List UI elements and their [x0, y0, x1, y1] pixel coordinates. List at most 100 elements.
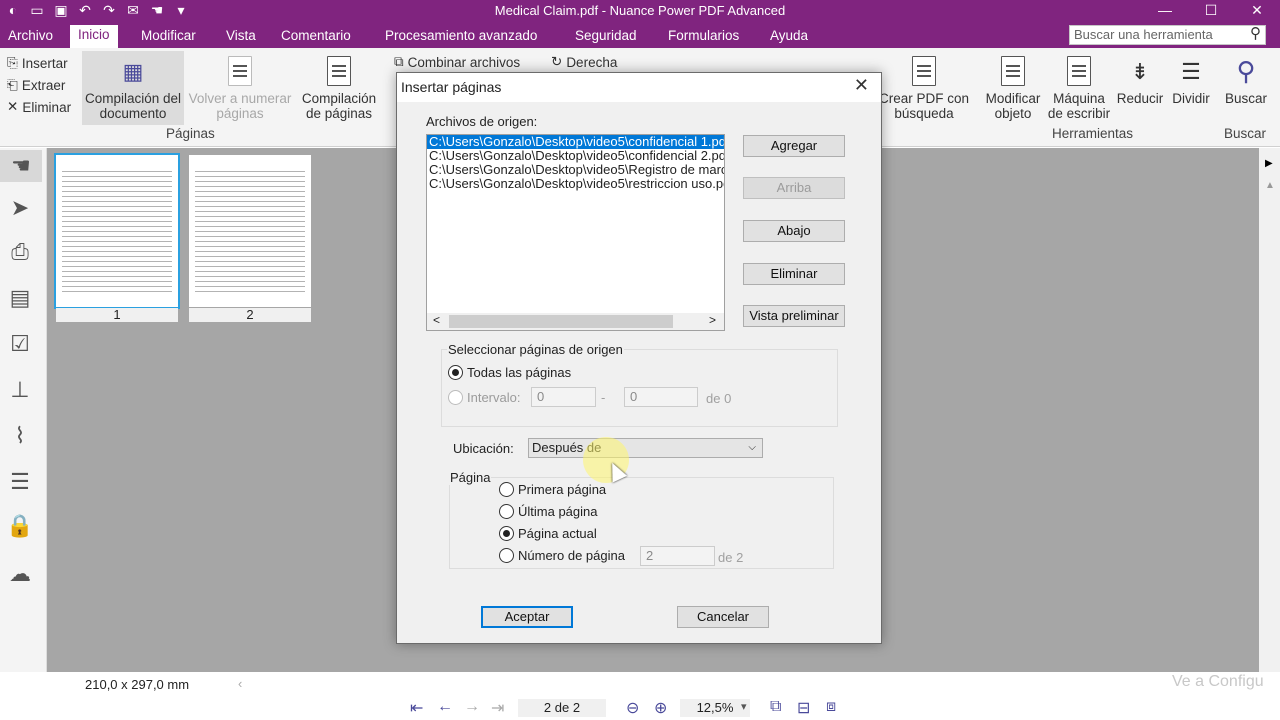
derecha-label: Derecha	[566, 54, 618, 70]
modificar-objeto-label: Modificar objeto	[985, 91, 1041, 121]
todas-paginas-radio[interactable]: Todas las páginas	[448, 365, 571, 380]
lock-icon[interactable]: 🔒	[4, 510, 36, 542]
intervalo-radio[interactable]: Intervalo:	[448, 390, 520, 405]
bookmark-icon[interactable]: ⎙	[4, 236, 36, 268]
numero-pagina-input[interactable]: 2	[640, 546, 715, 566]
modificar-objeto-button[interactable]: Modificar objeto	[980, 51, 1046, 125]
vista-preliminar-button[interactable]: Vista preliminar	[743, 305, 845, 327]
checklist-icon[interactable]: ☑	[4, 328, 36, 360]
zoom-level-input[interactable]: 12,5%	[680, 699, 750, 717]
select-arrow-icon[interactable]: ➤	[4, 192, 36, 224]
pagina-group-label: Página	[449, 470, 492, 485]
eliminar-file-button[interactable]: Eliminar	[743, 263, 845, 285]
rotate-right-icon: ↻	[551, 54, 563, 69]
compilacion-documento-button[interactable]: ▦ Compilación del documento	[82, 51, 184, 125]
scroll-up-icon[interactable]: ▲	[1265, 180, 1275, 191]
tab-seguridad[interactable]: Seguridad	[567, 26, 645, 48]
volver-numerar-label: Volver a numerar páginas	[188, 91, 292, 121]
cancelar-button[interactable]: Cancelar	[677, 606, 769, 628]
radio-indicator	[448, 390, 463, 405]
zoom-out-icon[interactable]: ⊖	[626, 698, 639, 718]
thumbnail-label: 2	[189, 308, 311, 322]
tool-search-input[interactable]: Buscar una herramienta ⚲	[1069, 25, 1266, 45]
page-icon[interactable]: ▤	[4, 282, 36, 314]
list-item[interactable]: C:\Users\Gonzalo\Desktop\video5\confiden…	[427, 135, 724, 149]
source-files-list[interactable]: C:\Users\Gonzalo\Desktop\video5\confiden…	[426, 134, 725, 331]
typewriter-icon	[1046, 51, 1112, 91]
extraer-label: Extraer	[21, 77, 66, 93]
vertical-scrollbar[interactable]: ▶ ▲	[1259, 148, 1280, 674]
tab-procesamiento[interactable]: Procesamiento avanzado	[377, 26, 545, 48]
cloud-icon[interactable]: ☁	[4, 558, 36, 590]
fit-width-icon[interactable]: ⊟	[797, 698, 810, 718]
first-page-icon[interactable]: ⇤	[410, 698, 423, 718]
crear-pdf-busqueda-button[interactable]: Crear PDF con búsqueda	[878, 51, 970, 125]
intervalo-separator: -	[601, 390, 606, 405]
insertar-button[interactable]: ⎘ Insertar	[7, 55, 68, 71]
maximize-icon[interactable]: ☐	[1188, 0, 1234, 22]
ubicacion-select[interactable]: Después de ⌵	[528, 438, 763, 458]
page-thumbnail[interactable]	[54, 153, 180, 309]
tab-ayuda[interactable]: Ayuda	[762, 26, 816, 48]
aceptar-button[interactable]: Aceptar	[481, 606, 573, 628]
derecha-button[interactable]: ↻ Derecha	[551, 54, 617, 70]
page-number-input[interactable]: 2 de 2	[518, 699, 606, 717]
ultima-pagina-label: Última página	[518, 504, 598, 519]
tab-modificar[interactable]: Modificar	[133, 26, 204, 48]
scrollbar-thumb[interactable]	[449, 315, 673, 328]
agregar-button[interactable]: Agregar	[743, 135, 845, 157]
page-thumbnail[interactable]	[189, 155, 311, 307]
numero-pagina-total: de 2	[718, 550, 744, 565]
reducir-button[interactable]: ⇟ Reducir	[1113, 51, 1167, 125]
search-icon[interactable]: ⚲	[1250, 25, 1261, 43]
scroll-right-icon[interactable]: >	[709, 313, 716, 327]
tab-archivo[interactable]: Archivo	[0, 26, 61, 48]
attachment-icon[interactable]: ⌇	[4, 420, 36, 452]
prev-page-icon[interactable]: ←	[437, 698, 453, 716]
thumbnail-content	[62, 169, 172, 293]
todas-paginas-label: Todas las páginas	[467, 365, 572, 380]
two-page-icon[interactable]: ⧈	[826, 698, 836, 716]
dividir-button[interactable]: ☰ Dividir	[1166, 51, 1216, 125]
list-horizontal-scrollbar[interactable]: < >	[427, 313, 724, 330]
extraer-button[interactable]: ⎗ Extraer	[7, 77, 65, 93]
compilacion-paginas-button[interactable]: Compilación de páginas	[296, 51, 382, 125]
minimize-icon[interactable]: —	[1142, 0, 1188, 22]
dialog-close-icon[interactable]: ✕	[854, 75, 869, 96]
next-page-icon[interactable]: →	[464, 698, 480, 716]
tab-comentario[interactable]: Comentario	[273, 26, 359, 48]
scroll-left-icon[interactable]: ‹	[238, 676, 242, 691]
numero-pagina-radio[interactable]: Número de página	[499, 548, 625, 563]
intervalo-to-input[interactable]: 0	[624, 387, 698, 407]
tab-inicio[interactable]: Inicio	[70, 25, 118, 48]
hand-tool-icon[interactable]: ☚	[0, 150, 42, 182]
abajo-button[interactable]: Abajo	[743, 220, 845, 242]
maquina-escribir-button[interactable]: Máquina de escribir	[1046, 51, 1112, 125]
radio-indicator	[448, 365, 463, 380]
stamp-icon[interactable]: ⊥	[4, 374, 36, 406]
volver-numerar-button[interactable]: Volver a numerar páginas	[184, 51, 296, 125]
list-item[interactable]: C:\Users\Gonzalo\Desktop\video5\restricc…	[427, 177, 724, 191]
tab-formularios[interactable]: Formularios	[660, 26, 747, 48]
tab-vista[interactable]: Vista	[218, 26, 264, 48]
list-item[interactable]: C:\Users\Gonzalo\Desktop\video5\confiden…	[427, 149, 724, 163]
ultima-pagina-radio[interactable]: Última página	[499, 504, 598, 519]
comment-icon[interactable]: ☰	[4, 466, 36, 498]
list-item[interactable]: C:\Users\Gonzalo\Desktop\video5\Registro…	[427, 163, 724, 177]
fit-page-icon[interactable]: ⧉	[770, 698, 781, 716]
intervalo-from-input[interactable]: 0	[531, 387, 596, 407]
panel-expand-icon[interactable]: ▶	[1265, 158, 1273, 169]
zoom-in-icon[interactable]: ⊕	[654, 698, 667, 718]
combinar-button[interactable]: ⧉ Combinar archivos	[394, 54, 520, 70]
zoom-dropdown-icon[interactable]: ▾	[741, 700, 747, 713]
buscar-button[interactable]: ⚲ Buscar	[1220, 51, 1272, 125]
arriba-button[interactable]: Arriba	[743, 177, 845, 199]
primera-pagina-radio[interactable]: Primera página	[499, 482, 606, 497]
scroll-left-icon[interactable]: <	[433, 313, 440, 327]
close-icon[interactable]: ✕	[1234, 0, 1280, 22]
eliminar-button[interactable]: ✕ Eliminar	[7, 99, 71, 115]
thumbnail-label: 1	[56, 308, 178, 322]
last-page-icon[interactable]: ⇥	[491, 698, 504, 718]
pagina-actual-radio[interactable]: Página actual	[499, 526, 597, 541]
source-pages-label: Seleccionar páginas de origen	[447, 342, 624, 357]
